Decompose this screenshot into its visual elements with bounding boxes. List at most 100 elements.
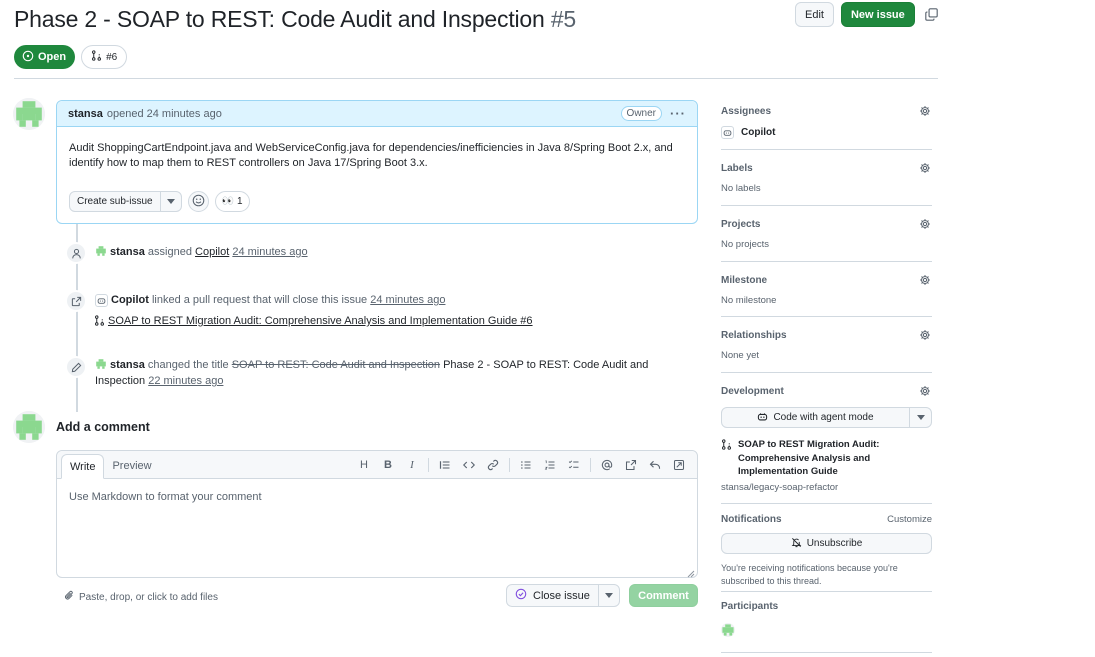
gear-icon[interactable]: [918, 104, 932, 118]
sidebar-heading[interactable]: Milestone: [721, 275, 767, 286]
status-badge: Open: [14, 45, 76, 69]
resize-handle-icon[interactable]: [687, 567, 695, 578]
sidebar-heading[interactable]: Assignees: [721, 106, 771, 117]
tab-write[interactable]: Write: [61, 454, 105, 479]
event-verb: changed the title: [147, 359, 229, 371]
event-actor[interactable]: Copilot: [111, 294, 149, 306]
cross-reference-icon[interactable]: [619, 456, 643, 474]
unordered-list-icon[interactable]: [514, 456, 538, 474]
linked-pr-item[interactable]: SOAP to REST Migration Audit: Comprehens…: [721, 438, 932, 479]
kebab-menu-icon[interactable]: ···: [670, 106, 686, 121]
italic-icon[interactable]: I: [400, 456, 424, 474]
sidebar-heading: Notifications: [721, 514, 782, 525]
linked-pr-chip[interactable]: #6: [81, 45, 128, 69]
gear-icon[interactable]: [918, 161, 932, 175]
issue-meta: Open #6: [14, 45, 128, 69]
agent-button-label: Code with agent mode: [773, 412, 874, 423]
task-list-icon[interactable]: [562, 456, 586, 474]
dev-pr-repo[interactable]: stansa/legacy-soap-refactor: [721, 482, 932, 493]
chevron-down-icon[interactable]: [161, 192, 181, 211]
copy-link-icon[interactable]: [924, 7, 940, 23]
markdown-toolbar: H B I: [352, 456, 691, 474]
timeline-event-linked-pr: Copilot linked a pull request that will …: [65, 290, 533, 331]
chevron-down-icon[interactable]: [910, 408, 931, 427]
new-issue-button[interactable]: New issue: [840, 2, 915, 27]
sidebar-heading[interactable]: Projects: [721, 219, 760, 230]
timeline-event-renamed: stansa changed the title SOAP to REST: C…: [65, 356, 655, 389]
comment-timestamp[interactable]: opened 24 minutes ago: [107, 108, 222, 120]
code-with-agent-button[interactable]: Code with agent mode: [722, 408, 910, 427]
current-user-avatar[interactable]: [13, 411, 45, 443]
copilot-icon: [757, 411, 768, 425]
avatar[interactable]: [95, 358, 107, 370]
issue-body-comment: stansa opened 24 minutes ago Owner ··· A…: [56, 100, 698, 224]
person-icon: [65, 242, 87, 264]
gear-icon[interactable]: [918, 217, 932, 231]
timeline-text: Copilot linked a pull request that will …: [95, 292, 533, 331]
author-avatar[interactable]: [13, 98, 45, 130]
bold-icon[interactable]: B: [376, 456, 400, 474]
comment-header: stansa opened 24 minutes ago Owner ···: [57, 101, 697, 127]
linked-pr-link[interactable]: SOAP to REST Migration Audit: Comprehens…: [108, 315, 533, 327]
eyes-reaction[interactable]: 👀 1: [214, 191, 250, 212]
toolbar-divider: [590, 458, 591, 472]
comment-editor: Write Preview H B I Use Markdown to form…: [56, 450, 698, 578]
comment-textarea[interactable]: Use Markdown to format your comment: [57, 479, 697, 515]
sidebar-heading[interactable]: Labels: [721, 163, 753, 174]
toolbar-divider: [428, 458, 429, 472]
event-time[interactable]: 22 minutes ago: [148, 375, 223, 387]
sidebar-assignees: Assignees Copilot: [721, 94, 932, 150]
issue-sidebar: Assignees Copilot Labels No labels Proje…: [721, 94, 932, 653]
avatar[interactable]: [95, 245, 107, 257]
assignee-link[interactable]: Copilot: [195, 246, 229, 258]
close-issue-button[interactable]: Close issue: [507, 585, 599, 606]
fullscreen-icon[interactable]: [667, 456, 691, 474]
comment-author[interactable]: stansa: [68, 108, 103, 120]
comment-footer: Create sub-issue 👀 1: [69, 191, 250, 212]
event-actor[interactable]: stansa: [110, 246, 145, 258]
header-actions: Edit New issue: [795, 2, 940, 27]
pencil-icon: [65, 356, 87, 378]
unsubscribe-button[interactable]: Unsubscribe: [721, 533, 932, 554]
gear-icon[interactable]: [918, 384, 932, 398]
gear-icon[interactable]: [918, 273, 932, 287]
assignee-item[interactable]: Copilot: [721, 126, 932, 139]
issue-opened-icon: [22, 50, 34, 65]
gear-icon[interactable]: [918, 328, 932, 342]
link-external-icon: [65, 290, 87, 312]
pull-request-icon: [91, 50, 102, 64]
quote-icon[interactable]: [433, 456, 457, 474]
sidebar-value: No labels: [721, 183, 761, 194]
event-verb: assigned: [147, 246, 192, 258]
pull-request-icon: [721, 439, 732, 479]
eyes-emoji-icon: 👀: [221, 196, 235, 207]
bell-slash-icon: [791, 537, 802, 551]
paperclip-icon: [64, 590, 75, 604]
sidebar-value: No milestone: [721, 295, 777, 306]
agent-mode-split-button: Code with agent mode: [721, 407, 932, 428]
comment-submit-button[interactable]: Comment: [629, 584, 698, 607]
add-reaction-button[interactable]: [187, 191, 209, 212]
code-icon[interactable]: [457, 456, 481, 474]
sidebar-heading[interactable]: Development: [721, 386, 784, 397]
attach-files[interactable]: Paste, drop, or click to add files: [64, 590, 218, 604]
mention-icon[interactable]: [595, 456, 619, 474]
edit-button[interactable]: Edit: [795, 2, 834, 27]
heading-icon[interactable]: H: [352, 456, 376, 474]
issue-title-row: Phase 2 - SOAP to REST: Code Audit and I…: [14, 6, 576, 36]
sidebar-heading[interactable]: Relationships: [721, 330, 787, 341]
link-icon[interactable]: [481, 456, 505, 474]
event-actor[interactable]: stansa: [110, 359, 145, 371]
create-subissue-button[interactable]: Create sub-issue: [70, 192, 161, 211]
event-time[interactable]: 24 minutes ago: [232, 246, 307, 258]
customize-link[interactable]: Customize: [887, 514, 932, 525]
unsubscribe-label: Unsubscribe: [806, 538, 863, 549]
timeline-text: stansa changed the title SOAP to REST: C…: [95, 357, 655, 389]
dev-pr-title[interactable]: SOAP to REST Migration Audit: Comprehens…: [738, 438, 932, 479]
reply-icon[interactable]: [643, 456, 667, 474]
tab-preview[interactable]: Preview: [104, 454, 159, 478]
event-time[interactable]: 24 minutes ago: [370, 294, 445, 306]
ordered-list-icon[interactable]: [538, 456, 562, 474]
participant-avatar[interactable]: [721, 623, 735, 637]
chevron-down-icon[interactable]: [599, 585, 619, 606]
